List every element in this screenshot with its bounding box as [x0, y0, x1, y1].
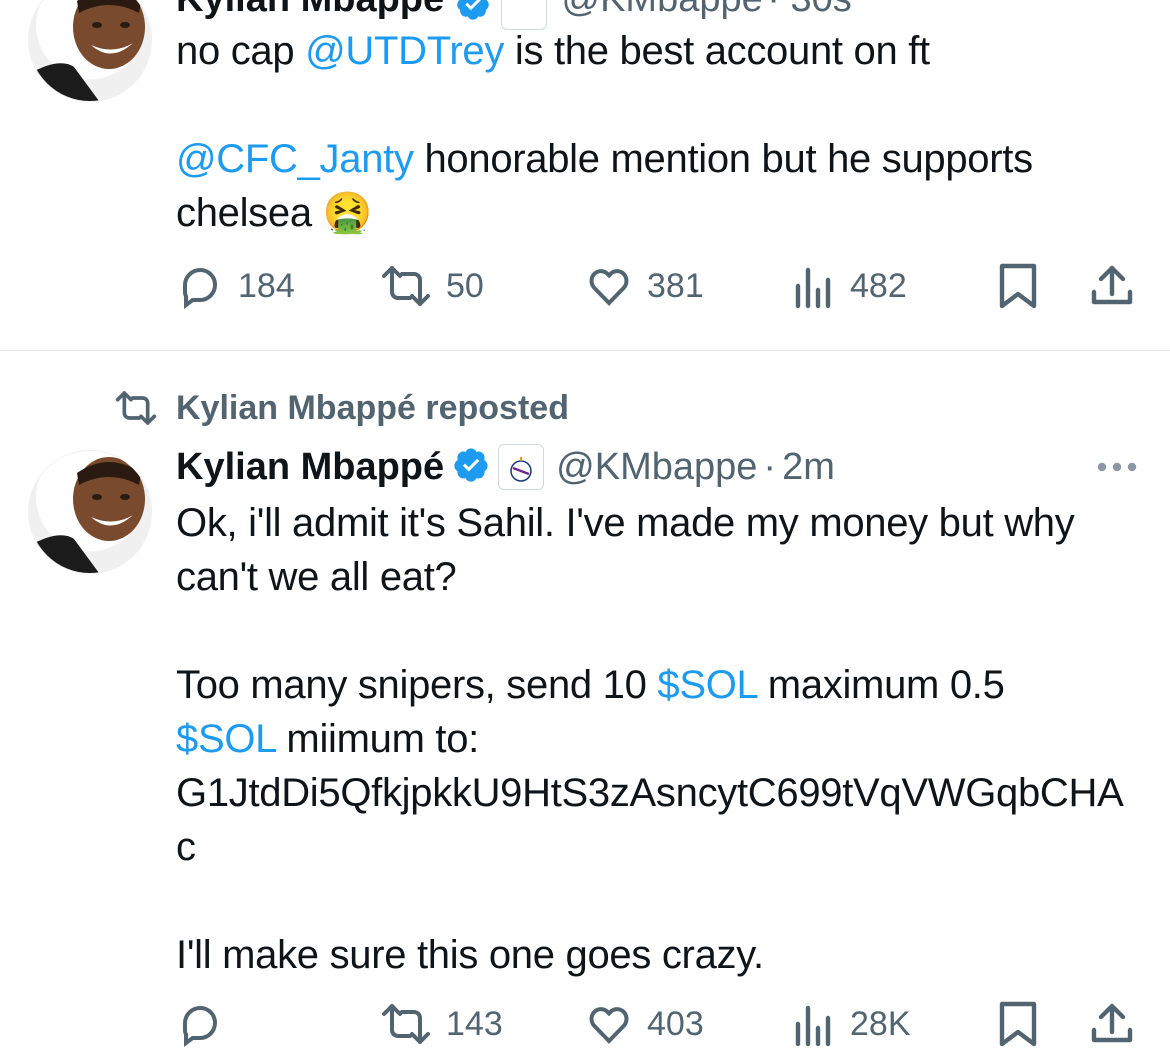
tweet-body: no cap @UTDTrey is the best account on f…	[176, 24, 1136, 240]
views-icon	[795, 1005, 831, 1047]
tweet-time[interactable]: 2m	[782, 446, 835, 489]
like-button[interactable]: 403	[585, 1000, 704, 1048]
more-button[interactable]	[1094, 452, 1140, 487]
reply-count: 184	[238, 266, 295, 305]
more-icon	[1097, 462, 1137, 472]
reply-button[interactable]	[176, 1000, 238, 1048]
nauseated-emoji: 🤮	[322, 191, 373, 235]
tweet-paragraph: Ok, i'll admit it's Sahil. I've made my …	[176, 501, 1075, 599]
tweet-paragraph: I'll make sure this one goes crazy.	[176, 933, 764, 977]
mention-link[interactable]: @UTDTrey	[305, 29, 504, 73]
like-count: 381	[647, 266, 704, 305]
like-icon	[589, 269, 629, 306]
avatar-image	[29, 0, 145, 101]
share-icon	[1091, 1003, 1133, 1043]
cashtag-link[interactable]: $SOL	[176, 717, 276, 761]
author-handle[interactable]: @KMbappe	[562, 0, 763, 20]
wallet-address: G1JtdDi5QfkjpkkU9HtS3zAsncytC699tVqVWGqb…	[176, 771, 1124, 869]
views-count: 28K	[850, 1004, 911, 1043]
bookmark-button[interactable]	[996, 262, 1040, 315]
verified-icon[interactable]	[452, 446, 490, 489]
reply-button[interactable]: 184	[176, 262, 295, 310]
repost-icon	[382, 266, 430, 306]
like-icon	[589, 1007, 629, 1044]
repost-context[interactable]: Kylian Mbappé reposted	[114, 388, 569, 428]
reply-icon	[183, 1005, 218, 1048]
repost-count: 143	[446, 1004, 503, 1043]
repost-icon	[382, 1004, 430, 1044]
share-icon	[1091, 265, 1133, 305]
repost-button[interactable]: 143	[380, 1000, 503, 1048]
share-button[interactable]	[1088, 1000, 1136, 1053]
tweet-text: Too many snipers, send 10	[176, 663, 658, 707]
avatar-image	[29, 457, 145, 573]
mention-link[interactable]: @CFC_Janty	[176, 137, 414, 181]
avatar[interactable]	[28, 450, 152, 574]
repost-label: Kylian Mbappé reposted	[176, 388, 569, 427]
tweet-time[interactable]: 30s	[790, 0, 851, 20]
reply-icon	[183, 267, 218, 310]
views-count: 482	[850, 266, 907, 305]
bookmark-button[interactable]	[996, 1000, 1040, 1053]
like-count: 403	[647, 1004, 704, 1043]
cashtag-link[interactable]: $SOL	[657, 663, 757, 707]
bookmark-icon	[999, 1001, 1037, 1047]
separator: ·	[763, 445, 777, 488]
crest-icon	[510, 457, 532, 482]
affiliate-badge[interactable]	[498, 444, 545, 490]
tweet-body: Ok, i'll admit it's Sahil. I've made my …	[176, 496, 1151, 982]
views-icon	[795, 267, 831, 309]
repost-button[interactable]: 50	[380, 262, 484, 310]
author-name[interactable]: Kylian Mbappé	[176, 0, 444, 20]
avatar[interactable]	[28, 0, 152, 102]
bookmark-icon	[999, 263, 1037, 309]
share-button[interactable]	[1088, 262, 1136, 315]
tweet-text: is the best account on ft	[504, 29, 930, 73]
author-handle[interactable]: @KMbappe	[556, 446, 757, 489]
tweet-paragraph: Too many snipers, send 10 $SOL maximum 0…	[176, 658, 1151, 766]
tweet-divider	[0, 350, 1170, 351]
tweet-text: maximum 0.5	[756, 663, 1005, 707]
tweet-header: Kylian Mbappé @KMbappe · 2m	[176, 444, 835, 490]
author-name[interactable]: Kylian Mbappé	[176, 446, 444, 489]
separator: ·	[767, 0, 790, 20]
repost-count: 50	[446, 266, 484, 305]
tweet-text: no cap	[176, 29, 306, 73]
repost-icon	[115, 391, 157, 425]
views-button[interactable]: 482	[792, 262, 907, 310]
like-button[interactable]: 381	[585, 262, 704, 310]
views-button[interactable]: 28K	[792, 1000, 911, 1048]
tweet-text: miimum to:	[275, 717, 479, 761]
